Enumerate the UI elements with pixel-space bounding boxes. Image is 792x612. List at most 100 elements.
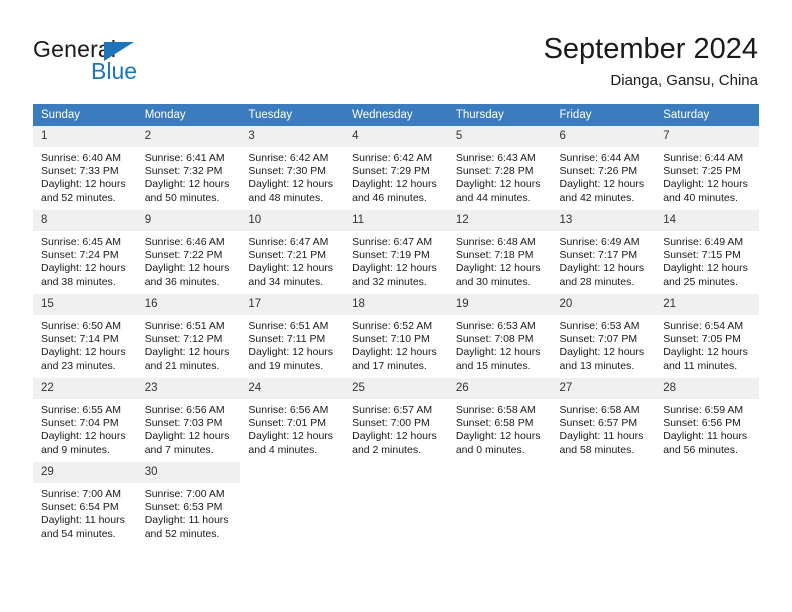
- day-cell-empty: [447, 462, 552, 546]
- day-cell[interactable]: 6 Sunrise: 6:44 AM Sunset: 7:26 PM Daylight…: [551, 126, 656, 210]
- day-number: 28: [655, 378, 759, 399]
- day-cell[interactable]: 10 Sunrise: 6:47 AM Sunset: 7:21 PM Dayligh…: [240, 210, 345, 294]
- sunset-text: Sunset: 7:01 PM: [248, 417, 327, 430]
- daylight-text-line2: and 7 minutes.: [144, 443, 214, 456]
- daylight-text-line2: and 28 minutes.: [559, 275, 635, 288]
- day-number: [551, 462, 656, 483]
- day-number: 30: [136, 462, 241, 483]
- day-cell[interactable]: 27 Sunrise: 6:58 AM Sunset: 6:57 PM Dayligh…: [551, 378, 656, 462]
- page-title: September 2024: [543, 33, 758, 65]
- day-number: 29: [33, 462, 137, 483]
- daylight-text-line2: and 2 minutes.: [352, 443, 421, 456]
- day-number: 9: [136, 210, 241, 231]
- daylight-text-line1: Daylight: 12 hours: [455, 346, 541, 359]
- daylight-text-line1: Daylight: 12 hours: [41, 346, 126, 359]
- sunrise-text: Sunrise: 6:42 AM: [352, 152, 433, 164]
- day-cell[interactable]: 19 Sunrise: 6:53 AM Sunset: 7:08 PM Dayligh…: [447, 294, 552, 378]
- sunrise-text: Sunrise: 6:50 AM: [41, 320, 121, 332]
- day-cell[interactable]: 16 Sunrise: 6:51 AM Sunset: 7:12 PM Dayligh…: [136, 294, 241, 378]
- daylight-text-line2: and 13 minutes.: [559, 359, 635, 372]
- sunset-text: Sunset: 7:21 PM: [248, 249, 327, 262]
- sunset-text: Sunset: 6:56 PM: [663, 417, 741, 430]
- daylight-text-line1: Daylight: 12 hours: [352, 430, 437, 443]
- day-cell[interactable]: 9 Sunrise: 6:46 AM Sunset: 7:22 PM Daylight…: [136, 210, 241, 294]
- day-cell[interactable]: 17 Sunrise: 6:51 AM Sunset: 7:11 PM Dayligh…: [240, 294, 345, 378]
- day-cell[interactable]: 28 Sunrise: 6:59 AM Sunset: 6:56 PM Dayligh…: [655, 378, 759, 462]
- day-cell[interactable]: 24 Sunrise: 6:56 AM Sunset: 7:01 PM Dayligh…: [240, 378, 345, 462]
- daylight-text-line1: Daylight: 11 hours: [41, 514, 125, 527]
- day-number: 3: [240, 126, 345, 147]
- sunrise-text: Sunrise: 6:47 AM: [248, 236, 329, 248]
- day-cell[interactable]: 11 Sunrise: 6:47 AM Sunset: 7:19 PM Dayligh…: [344, 210, 448, 294]
- daylight-text-line1: Daylight: 12 hours: [41, 178, 126, 191]
- day-cell[interactable]: 4 Sunrise: 6:42 AM Sunset: 7:29 PM Daylight…: [344, 126, 448, 210]
- weekday-header-friday: Friday: [551, 104, 656, 126]
- day-cell[interactable]: 1 Sunrise: 6:40 AM Sunset: 7:33 PM Daylight…: [33, 126, 137, 210]
- sunset-text: Sunset: 7:24 PM: [41, 249, 119, 262]
- day-number: [240, 462, 345, 483]
- day-details: Sunrise: 6:51 AM Sunset: 7:12 PM Daylight:…: [137, 315, 241, 373]
- day-cell[interactable]: 2 Sunrise: 6:41 AM Sunset: 7:32 PM Daylight…: [136, 126, 241, 210]
- day-number: 8: [33, 210, 137, 231]
- day-number: 10: [240, 210, 345, 231]
- day-cell[interactable]: 12 Sunrise: 6:48 AM Sunset: 7:18 PM Dayligh…: [447, 210, 552, 294]
- calendar-grid: Sunday Monday Tuesday Wednesday Thursday…: [33, 104, 759, 546]
- week-row: 15 Sunrise: 6:50 AM Sunset: 7:14 PM Dayligh…: [33, 294, 759, 378]
- daylight-text-line1: Daylight: 11 hours: [144, 514, 229, 527]
- day-cell[interactable]: 23 Sunrise: 6:56 AM Sunset: 7:03 PM Dayligh…: [136, 378, 241, 462]
- day-cell[interactable]: 5 Sunrise: 6:43 AM Sunset: 7:28 PM Daylight…: [447, 126, 552, 210]
- daylight-text-line2: and 9 minutes.: [41, 443, 110, 456]
- sunrise-text: Sunrise: 6:58 AM: [455, 404, 536, 416]
- general-blue-logo[interactable]: General Blue: [33, 36, 233, 88]
- daylight-text-line1: Daylight: 12 hours: [663, 262, 748, 275]
- daylight-text-line1: Daylight: 12 hours: [41, 262, 126, 275]
- sunset-text: Sunset: 6:53 PM: [144, 501, 223, 514]
- day-cell[interactable]: 18 Sunrise: 6:52 AM Sunset: 7:10 PM Dayligh…: [344, 294, 448, 378]
- sunset-text: Sunset: 7:29 PM: [352, 165, 430, 178]
- day-details: Sunrise: 6:48 AM Sunset: 7:18 PM Daylight:…: [448, 231, 552, 289]
- sunrise-text: Sunrise: 7:00 AM: [144, 488, 225, 500]
- day-details: Sunrise: 6:54 AM Sunset: 7:05 PM Daylight:…: [655, 315, 759, 373]
- day-details: Sunrise: 7:00 AM Sunset: 6:53 PM Daylight:…: [137, 483, 241, 541]
- day-cell[interactable]: 14 Sunrise: 6:49 AM Sunset: 7:15 PM Dayligh…: [655, 210, 759, 294]
- day-cell[interactable]: 8 Sunrise: 6:45 AM Sunset: 7:24 PM Daylight…: [33, 210, 137, 294]
- sunrise-text: Sunrise: 6:51 AM: [248, 320, 329, 332]
- sunset-text: Sunset: 7:32 PM: [144, 165, 223, 178]
- day-details: Sunrise: 6:42 AM Sunset: 7:29 PM Daylight:…: [344, 147, 448, 205]
- daylight-text-line2: and 40 minutes.: [663, 191, 738, 204]
- day-number: 1: [33, 126, 137, 147]
- day-details: Sunrise: 6:51 AM Sunset: 7:11 PM Daylight:…: [240, 315, 344, 373]
- day-cell[interactable]: 25 Sunrise: 6:57 AM Sunset: 7:00 PM Dayligh…: [344, 378, 448, 462]
- day-cell[interactable]: 22 Sunrise: 6:55 AM Sunset: 7:04 PM Dayligh…: [33, 378, 137, 462]
- day-number: 14: [655, 210, 759, 231]
- day-cell[interactable]: 15 Sunrise: 6:50 AM Sunset: 7:14 PM Dayligh…: [33, 294, 137, 378]
- sunset-text: Sunset: 6:58 PM: [455, 417, 534, 430]
- daylight-text-line2: and 38 minutes.: [41, 275, 116, 288]
- day-details: Sunrise: 7:00 AM Sunset: 6:54 PM Daylight:…: [33, 483, 137, 541]
- day-cell[interactable]: 30 Sunrise: 7:00 AM Sunset: 6:53 PM Dayligh…: [136, 462, 241, 546]
- sunrise-text: Sunrise: 6:53 AM: [559, 320, 640, 332]
- sunset-text: Sunset: 7:11 PM: [248, 333, 326, 346]
- day-number: 7: [655, 126, 759, 147]
- sunrise-text: Sunrise: 7:00 AM: [41, 488, 121, 500]
- daylight-text-line2: and 54 minutes.: [41, 527, 116, 540]
- sunrise-text: Sunrise: 6:49 AM: [663, 236, 744, 248]
- day-cell[interactable]: 21 Sunrise: 6:54 AM Sunset: 7:05 PM Dayligh…: [655, 294, 759, 378]
- daylight-text-line2: and 36 minutes.: [144, 275, 220, 288]
- day-cell[interactable]: 3 Sunrise: 6:42 AM Sunset: 7:30 PM Daylight…: [240, 126, 345, 210]
- day-cell[interactable]: 20 Sunrise: 6:53 AM Sunset: 7:07 PM Dayligh…: [551, 294, 656, 378]
- title-block: September 2024 Dianga, Gansu, China: [544, 32, 758, 91]
- day-cell[interactable]: 29 Sunrise: 7:00 AM Sunset: 6:54 PM Dayligh…: [33, 462, 137, 546]
- week-row: 1 Sunrise: 6:40 AM Sunset: 7:33 PM Daylight…: [33, 126, 759, 210]
- day-cell[interactable]: 7 Sunrise: 6:44 AM Sunset: 7:25 PM Daylight…: [655, 126, 759, 210]
- day-number: 2: [136, 126, 241, 147]
- calendar-page: General Blue September 2024 Dianga, Gans…: [0, 0, 792, 612]
- day-cell[interactable]: 26 Sunrise: 6:58 AM Sunset: 6:58 PM Dayligh…: [447, 378, 552, 462]
- daylight-text-line2: and 50 minutes.: [144, 191, 220, 204]
- day-details: Sunrise: 6:49 AM Sunset: 7:17 PM Daylight:…: [552, 231, 656, 289]
- day-details: Sunrise: 6:45 AM Sunset: 7:24 PM Daylight:…: [33, 231, 137, 289]
- day-number: 20: [551, 294, 656, 315]
- day-number: [655, 462, 759, 483]
- day-cell[interactable]: 13 Sunrise: 6:49 AM Sunset: 7:17 PM Dayligh…: [551, 210, 656, 294]
- day-number: 11: [344, 210, 448, 231]
